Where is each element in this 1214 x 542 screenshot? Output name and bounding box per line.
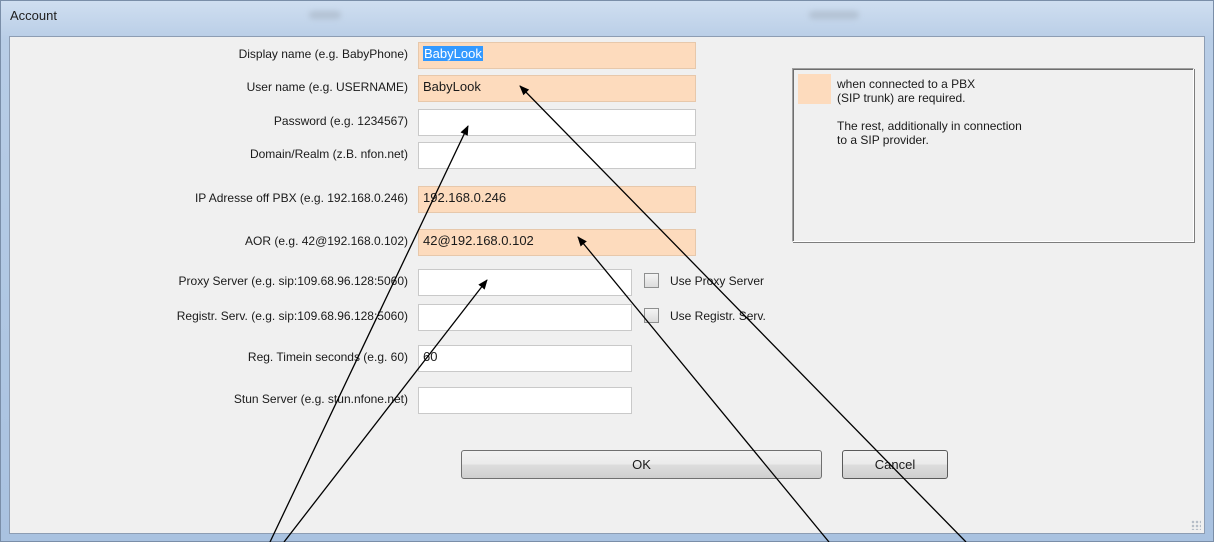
arrow-to-user-name [269, 125, 469, 542]
arrow-to-display-name [519, 85, 967, 542]
arrow-to-aor [283, 279, 488, 542]
annotation-arrows [269, 85, 967, 542]
arrow-to-pbx-ip [577, 236, 830, 542]
